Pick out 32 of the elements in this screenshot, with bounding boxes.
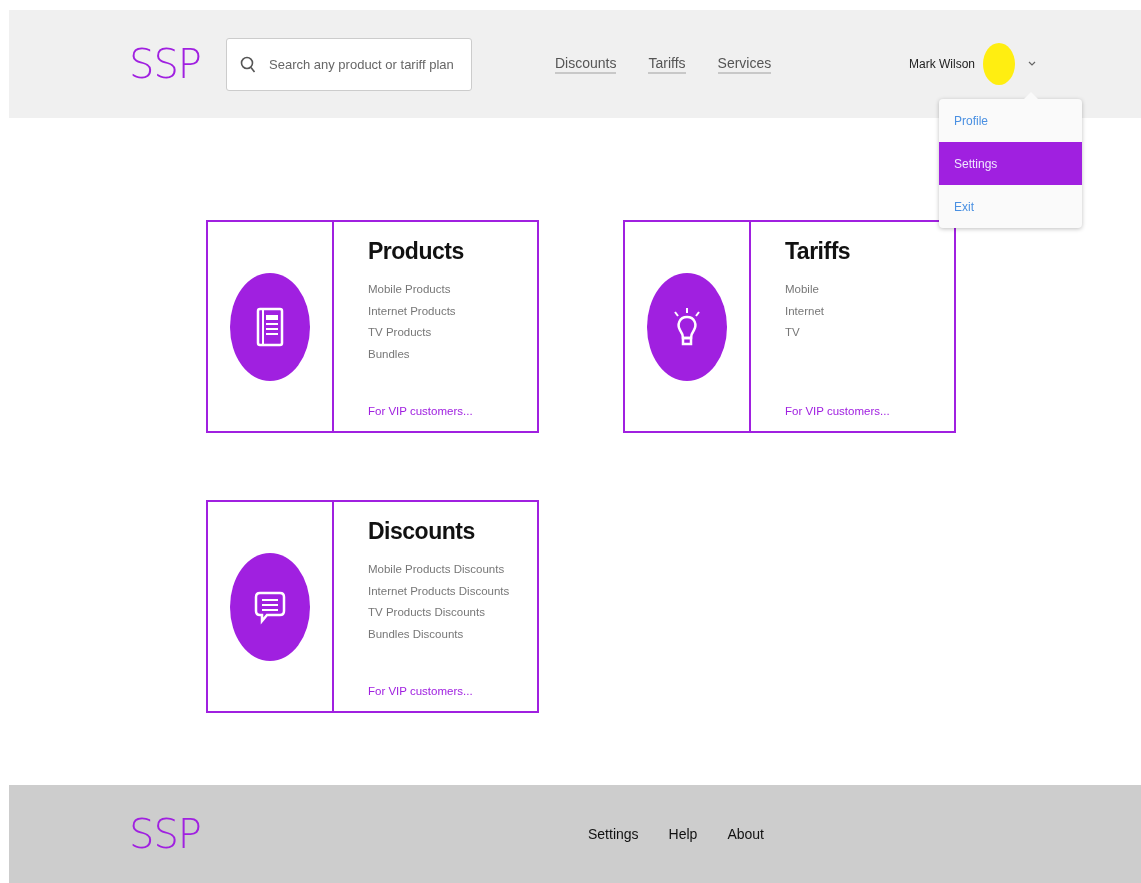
card-title: Products	[368, 238, 465, 265]
card-title: Tariffs	[785, 238, 852, 265]
card-item: Mobile Products	[368, 282, 452, 297]
card-item: Internet Products	[368, 303, 457, 319]
chevron-down-icon[interactable]	[1027, 60, 1037, 68]
nav-link[interactable]: Tariffs	[648, 54, 686, 74]
card-item: Mobile	[785, 282, 820, 297]
nav-link[interactable]: Discounts	[555, 54, 617, 74]
card-item: TV	[785, 325, 801, 340]
footer-link[interactable]: Help	[668, 826, 698, 842]
footer-logo: SSP	[129, 811, 202, 857]
vip-link[interactable]: For VIP customers...	[785, 405, 954, 417]
vip-link[interactable]: For VIP customers...	[368, 685, 537, 697]
card-item: Bundles Discounts	[368, 626, 465, 642]
card-item: Bundles	[368, 346, 411, 362]
card-item: TV Products	[368, 325, 433, 340]
card-item: TV Products Discounts	[368, 605, 486, 620]
vip-link[interactable]: For VIP customers...	[368, 405, 537, 417]
user-name: Mark Wilson	[909, 57, 975, 71]
search-field[interactable]: Search any product or tariff plan	[226, 37, 472, 91]
footer-link[interactable]: Settings	[588, 826, 639, 842]
lightbulb-icon	[671, 306, 703, 347]
nav-link[interactable]: Services	[717, 54, 772, 74]
card-item: Mobile Products Discounts	[368, 562, 506, 577]
logo: SSP	[129, 41, 202, 87]
search-icon	[240, 55, 256, 74]
card-title: Discounts	[368, 518, 476, 545]
notebook-icon	[254, 306, 286, 347]
menu-item[interactable]: Settings	[939, 142, 1082, 185]
card-item: Internet Products Discounts	[368, 583, 511, 599]
footer-link[interactable]: About	[727, 826, 764, 842]
card-item: Internet	[785, 303, 825, 319]
